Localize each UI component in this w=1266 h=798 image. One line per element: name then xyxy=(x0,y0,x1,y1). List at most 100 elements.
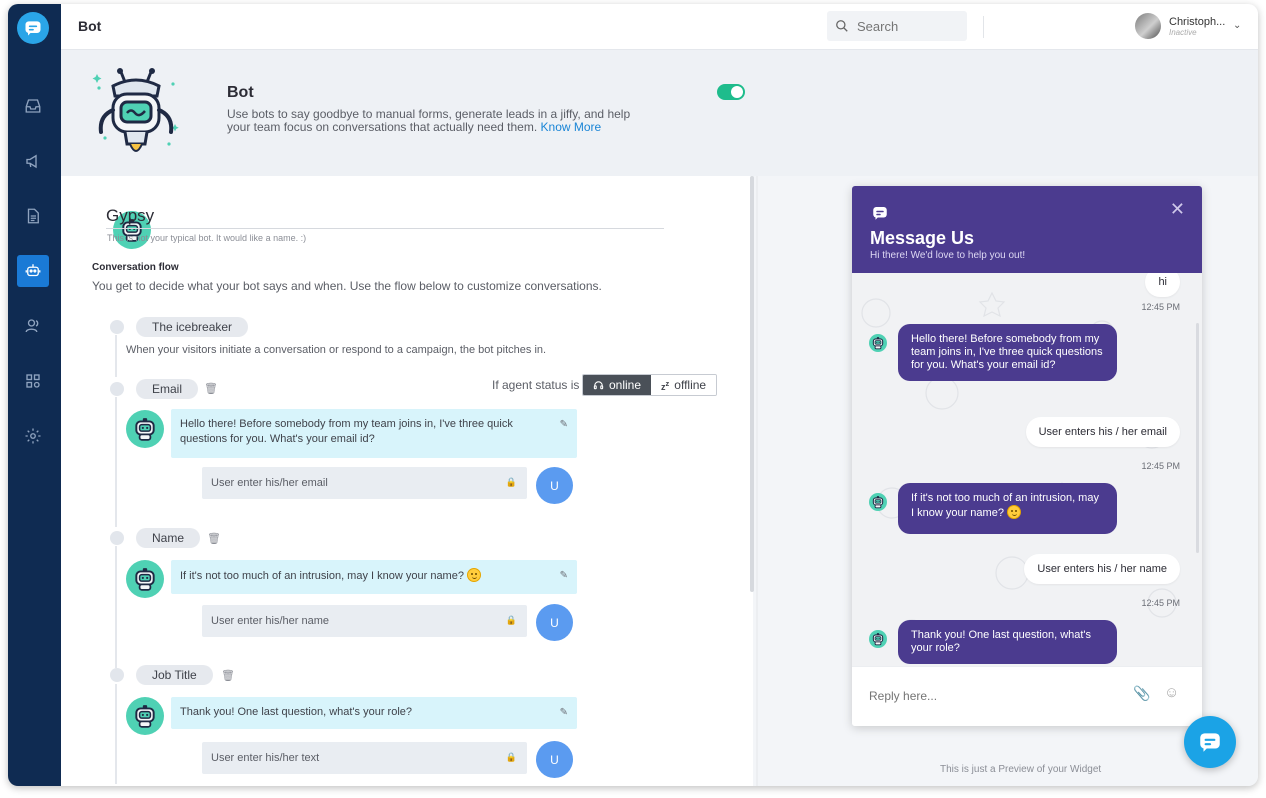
user-menu[interactable]: Christoph... Inactive ⌄ xyxy=(1135,13,1241,39)
chat-widget-preview: Message Us Hi there! We'd love to help y… xyxy=(852,186,1202,726)
avatar[interactable] xyxy=(1135,13,1161,39)
widget-composer: 📎 ☺ xyxy=(852,666,1202,726)
app-logo-icon[interactable] xyxy=(17,12,49,44)
bot-message-text: If it's not too much of an intrusion, ma… xyxy=(911,492,1099,519)
attachment-paperclip-icon[interactable]: 📎 xyxy=(1133,685,1150,702)
user-avatar: U xyxy=(536,604,573,641)
bot-name-hint: This is not your typical bot. It would l… xyxy=(107,233,307,243)
flow-line xyxy=(115,397,117,527)
bot-avatar-icon xyxy=(869,493,887,511)
icebreaker-description: When your visitors initiate a conversati… xyxy=(126,344,547,356)
conversation-flow-description: You get to decide what your bot says and… xyxy=(92,279,602,293)
bot-enable-toggle[interactable] xyxy=(717,84,745,100)
bot-avatar-icon xyxy=(869,630,887,648)
search-box[interactable] xyxy=(827,11,967,41)
step-pill-name[interactable]: Name xyxy=(136,528,201,548)
preview-note: This is just a Preview of your Widget xyxy=(940,764,1102,775)
user-status: Inactive xyxy=(1169,27,1197,37)
flow-line xyxy=(115,684,117,784)
sidebar xyxy=(8,4,61,786)
robot-illustration-icon xyxy=(92,68,179,152)
user-avatar: U xyxy=(536,467,573,504)
bot-name-field[interactable]: Gypsy xyxy=(106,206,664,229)
bot-avatar-icon xyxy=(126,697,164,735)
bot-message-bubble[interactable]: Hello there! Before somebody from my tea… xyxy=(171,409,577,458)
edit-icon[interactable]: ✎ xyxy=(560,417,568,432)
headset-icon xyxy=(593,380,604,389)
trash-icon[interactable]: 🗑 xyxy=(207,532,221,545)
lock-icon: 🔒 xyxy=(505,615,517,625)
status-online-button[interactable]: online xyxy=(583,375,652,395)
status-offline-button[interactable]: zz offline xyxy=(651,375,717,395)
close-icon[interactable]: ✕ xyxy=(1170,199,1185,220)
know-more-link[interactable]: Know More xyxy=(541,120,602,134)
chat-icon xyxy=(870,204,890,222)
edit-icon[interactable]: ✎ xyxy=(560,705,568,720)
bot-message-bubble[interactable]: Thank you! One last question, what's you… xyxy=(171,697,577,729)
user-input-text: User enter his/her name xyxy=(211,615,329,627)
chevron-down-icon[interactable]: ⌄ xyxy=(1233,20,1241,31)
smiley-emoji-icon xyxy=(466,568,481,582)
bot-message-bubble: Thank you! One last question, what's you… xyxy=(898,620,1117,664)
bot-message-text: If it's not too much of an intrusion, ma… xyxy=(180,570,464,582)
flow-step-dot xyxy=(110,320,124,334)
message-timestamp: 12:45 PM xyxy=(1141,461,1180,471)
emoji-picker-icon[interactable]: ☺ xyxy=(1164,684,1179,701)
message-timestamp: 12:45 PM xyxy=(1141,302,1180,312)
bot-message-text: Hello there! Before somebody from my tea… xyxy=(180,418,513,445)
top-bar: Bot Christoph... Inactive ⌄ xyxy=(61,4,1258,50)
banner-description: Use bots to say goodbye to manual forms,… xyxy=(227,108,647,134)
search-icon xyxy=(836,20,848,32)
message-timestamp: 12:45 PM xyxy=(1141,598,1180,608)
agent-status-switch: online zz offline xyxy=(582,374,718,396)
flow-line xyxy=(115,335,117,377)
smiley-emoji-icon xyxy=(1006,505,1021,519)
header-divider xyxy=(983,16,984,38)
conversation-flow-title: Conversation flow xyxy=(92,262,179,273)
chat-icon xyxy=(1197,729,1223,755)
flow-step-dot xyxy=(110,668,124,682)
lock-icon: 🔒 xyxy=(505,477,517,487)
bot-avatar-icon xyxy=(126,410,164,448)
step-pill-email[interactable]: Email xyxy=(136,379,199,399)
widget-scrollbar[interactable] xyxy=(1196,323,1199,553)
chat-launcher-button[interactable] xyxy=(1184,716,1236,768)
bot-avatar-icon xyxy=(869,334,887,352)
trash-icon[interactable]: 🗑 xyxy=(221,669,235,682)
status-online-label: online xyxy=(609,378,642,392)
user-avatar: U xyxy=(536,741,573,778)
reply-input[interactable] xyxy=(869,689,1069,703)
contacts-icon[interactable] xyxy=(17,310,49,342)
widget-subtitle: Hi there! We'd love to help you out! xyxy=(870,250,1026,261)
bot-banner: Bot Use bots to say goodbye to manual fo… xyxy=(61,50,1258,176)
user-input-placeholder: User enter his/her text 🔒 xyxy=(202,742,527,774)
integrations-grid-icon[interactable] xyxy=(17,365,49,397)
bot-avatar-icon xyxy=(126,560,164,598)
inbox-icon[interactable] xyxy=(17,90,49,122)
settings-gear-icon[interactable] xyxy=(17,420,49,452)
search-input[interactable] xyxy=(857,18,957,34)
icebreaker-pill[interactable]: The icebreaker xyxy=(136,317,249,337)
bot-icon[interactable] xyxy=(17,255,49,287)
user-name: Christoph... xyxy=(1169,15,1226,28)
editor-scrollbar[interactable] xyxy=(750,176,754,592)
user-input-text: User enter his/her text xyxy=(211,752,320,764)
bot-message-bubble[interactable]: If it's not too much of an intrusion, ma… xyxy=(171,560,577,594)
page-title: Bot xyxy=(78,18,102,34)
flow-step-dot xyxy=(110,531,124,545)
flow-step-dot xyxy=(110,382,124,396)
user-input-placeholder: User enter his/her email 🔒 xyxy=(202,467,527,499)
campaigns-megaphone-icon[interactable] xyxy=(17,145,49,177)
lock-icon: 🔒 xyxy=(505,752,517,762)
user-message-bubble: User enters his / her name xyxy=(1024,554,1180,584)
edit-icon[interactable]: ✎ xyxy=(560,568,568,583)
widget-conversation[interactable]: hi 12:45 PM Hello there! Before somebody… xyxy=(852,273,1202,666)
step-pill-job-title[interactable]: Job Title xyxy=(136,665,213,685)
flow-line xyxy=(115,546,117,668)
agent-status-label: If agent status is xyxy=(492,378,580,392)
solutions-document-icon[interactable] xyxy=(17,200,49,232)
status-offline-label: offline xyxy=(674,378,707,392)
banner-title: Bot xyxy=(227,84,254,101)
trash-icon[interactable]: 🗑 xyxy=(204,382,218,395)
sleep-icon: zz xyxy=(661,378,670,392)
